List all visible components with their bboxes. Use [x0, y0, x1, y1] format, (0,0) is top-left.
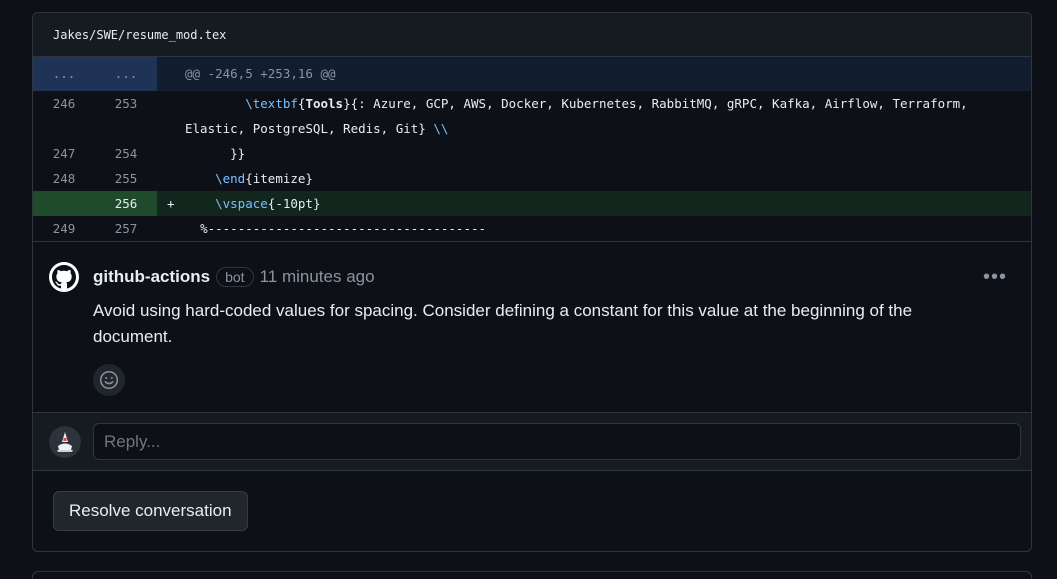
comment-author[interactable]: github-actions — [93, 267, 210, 287]
diff-line: 246 253 \textbf{Tools}{: Azure, GCP, AWS… — [33, 91, 1031, 141]
new-line-number[interactable]: 257 — [95, 216, 157, 241]
hunk-header: @@ -246,5 +253,16 @@ — [157, 57, 1031, 91]
expand-old[interactable]: ... — [33, 57, 95, 91]
comment-header: github-actions bot 11 minutes ago — [93, 262, 1015, 292]
hunk-row[interactable]: ... ... @@ -246,5 +253,16 @@ — [33, 57, 1031, 91]
avatar[interactable] — [49, 426, 81, 458]
old-line-number[interactable] — [33, 191, 95, 216]
code-line: }} — [185, 146, 246, 161]
reply-input[interactable] — [93, 423, 1021, 460]
old-line-number[interactable]: 247 — [33, 141, 95, 166]
diff-line: 247 254 }} — [33, 141, 1031, 166]
bot-badge: bot — [216, 267, 254, 287]
diff-line-added: 256 + \vspace{-10pt} — [33, 191, 1031, 216]
old-line-number[interactable]: 246 — [33, 91, 95, 141]
resolve-conversation-button[interactable]: Resolve conversation — [53, 491, 248, 531]
resolve-area: Resolve conversation — [33, 470, 1031, 549]
code-line: %------------------------------------- — [185, 221, 487, 236]
code-line: \textbf{Tools}{: Azure, GCP, AWS, Docker… — [185, 96, 968, 136]
more-options-icon[interactable]: ••• — [983, 266, 1007, 289]
old-line-number[interactable]: 249 — [33, 216, 95, 241]
review-conversation: Jakes/SWE/resume_mod.tex ... ... @@ -246… — [32, 12, 1032, 552]
new-line-number[interactable]: 256 — [95, 191, 157, 216]
diff-table: ... ... @@ -246,5 +253,16 @@ 246 253 \te… — [33, 57, 1031, 241]
diff-line: 248 255 \end{itemize} — [33, 166, 1031, 191]
new-line-number[interactable]: 254 — [95, 141, 157, 166]
code-line: \end{itemize} — [215, 171, 313, 186]
github-mark-icon[interactable] — [49, 262, 79, 292]
new-line-number[interactable]: 253 — [95, 91, 157, 141]
review-comment: github-actions bot 11 minutes ago ••• Av… — [33, 241, 1031, 412]
expand-new[interactable]: ... — [95, 57, 157, 91]
new-line-number[interactable]: 255 — [95, 166, 157, 191]
diff-line: 249 257 %-------------------------------… — [33, 216, 1031, 241]
next-conversation-edge — [32, 571, 1032, 579]
reply-row — [33, 412, 1031, 470]
comment-timestamp[interactable]: 11 minutes ago — [260, 267, 375, 287]
file-path-header[interactable]: Jakes/SWE/resume_mod.tex — [33, 13, 1031, 57]
file-path[interactable]: Jakes/SWE/resume_mod.tex — [53, 28, 226, 42]
code-line: + \vspace{-10pt} — [157, 191, 1031, 216]
smiley-icon[interactable] — [93, 364, 125, 396]
comment-body: Avoid using hard-coded values for spacin… — [93, 301, 913, 346]
old-line-number[interactable]: 248 — [33, 166, 95, 191]
